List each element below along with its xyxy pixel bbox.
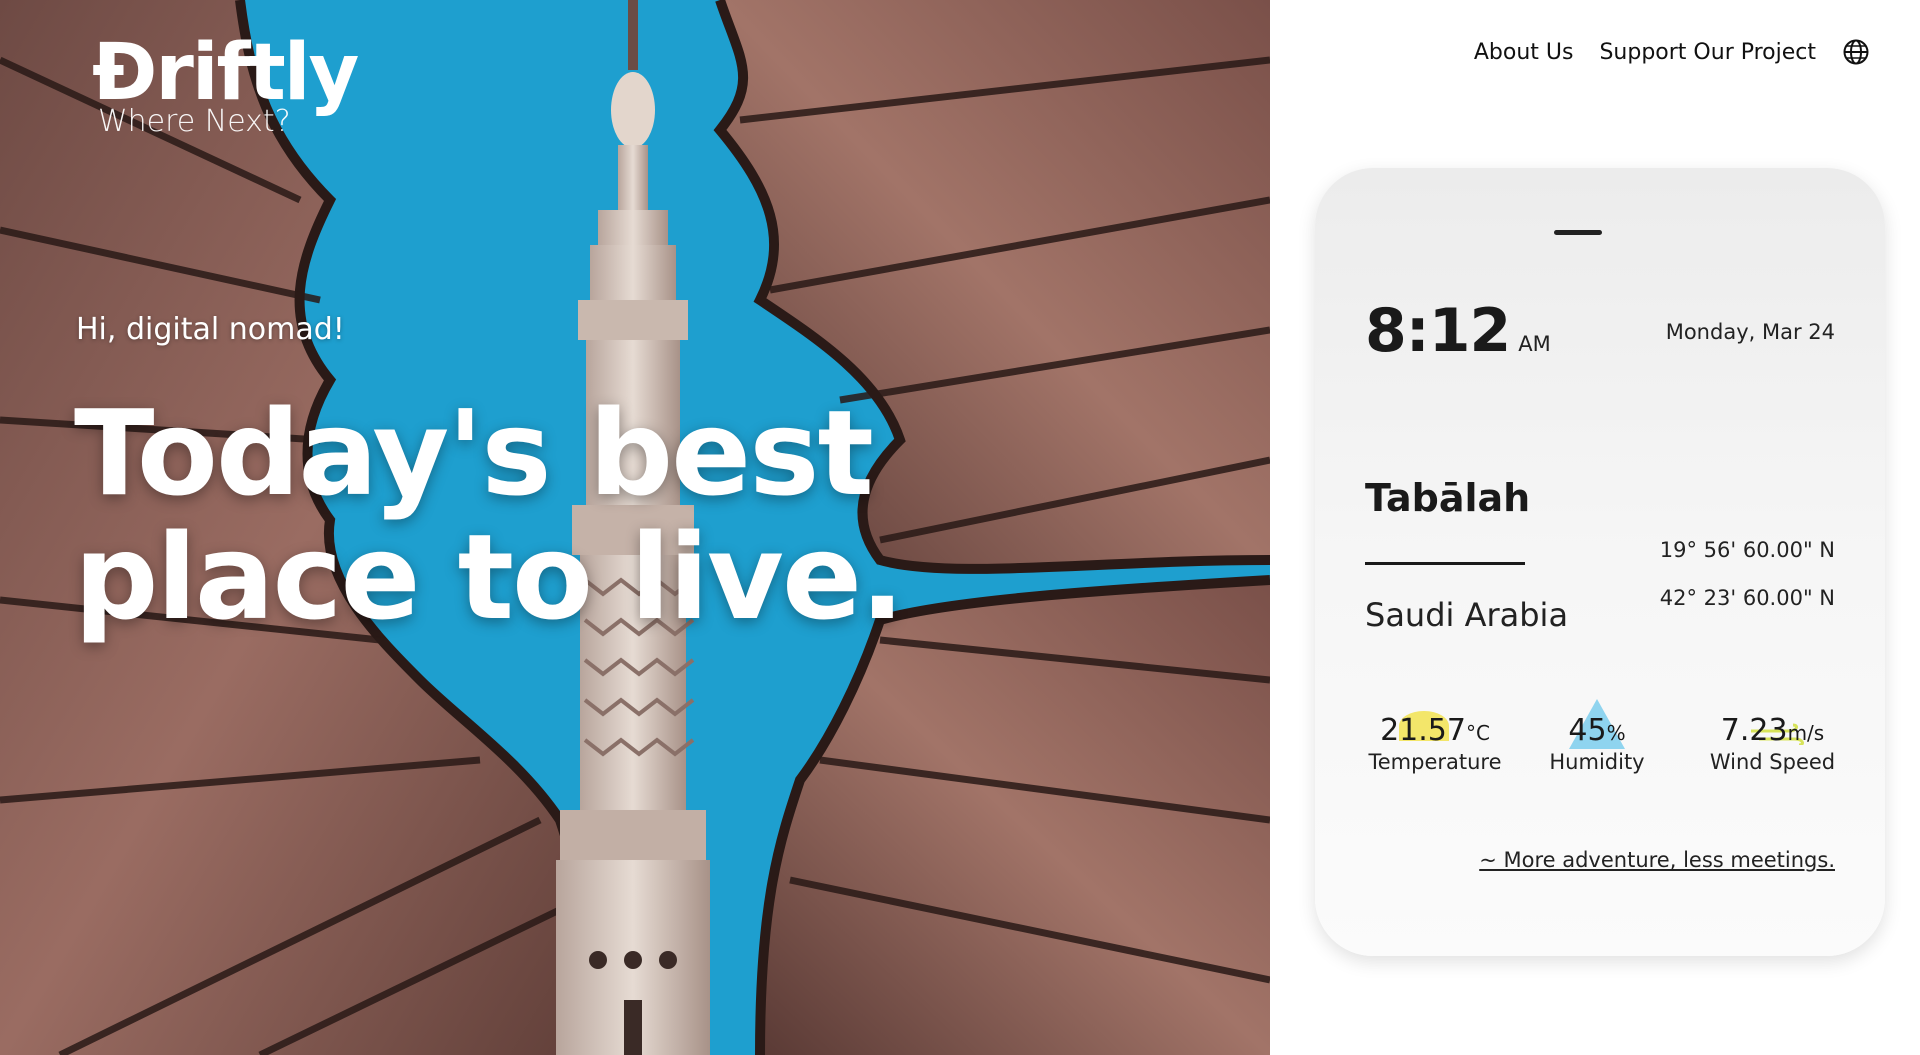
local-date: Monday, Mar 24 <box>1665 320 1835 344</box>
weather-card: 8:12 AM Monday, Mar 24 Tabālah Saudi Ara… <box>1315 168 1885 956</box>
wind-unit: m/s <box>1787 721 1825 745</box>
nav-support-project[interactable]: Support Our Project <box>1599 40 1816 65</box>
brand-name: Ɖriftly <box>92 28 359 118</box>
globe-icon[interactable] <box>1842 38 1870 66</box>
temperature-label: Temperature <box>1368 750 1502 774</box>
stat-humidity: 45% Humidity <box>1537 699 1657 774</box>
divider <box>1365 562 1525 565</box>
hero-greeting: Hi, digital nomad! <box>76 312 345 347</box>
headline-line-2: place to live. <box>74 507 905 646</box>
brand-tagline: Where Next? <box>98 104 291 139</box>
time-ampm: AM <box>1518 332 1551 356</box>
hero-headline: Today's best place to live. <box>74 384 974 646</box>
temperature-value: 21.57 <box>1380 713 1466 748</box>
stat-wind: 7.23m/s Wind Speed <box>1705 713 1840 774</box>
humidity-unit: % <box>1606 721 1626 745</box>
brand-logo[interactable]: Ɖriftly Where Next? <box>92 28 359 139</box>
hero-section: Ɖriftly Where Next? Hi, digital nomad! T… <box>0 0 1270 1055</box>
wind-value: 7.23 <box>1720 713 1788 748</box>
longitude: 42° 23' 60.00" N <box>1659 586 1835 610</box>
latitude: 19° 56' 60.00" N <box>1659 538 1835 562</box>
time-value: 8:12 <box>1365 296 1511 366</box>
local-time: 8:12 AM <box>1365 296 1551 366</box>
card-drag-handle[interactable] <box>1554 230 1602 235</box>
top-nav: About Us Support Our Project <box>1474 38 1870 66</box>
nav-about-us[interactable]: About Us <box>1474 40 1574 65</box>
city-name: Tabālah <box>1365 476 1531 520</box>
wind-label: Wind Speed <box>1709 750 1836 774</box>
humidity-value: 45 <box>1568 713 1607 748</box>
weather-stats: 21.57°C Temperature 45% Humidity 7.23m/s… <box>1315 699 1885 793</box>
headline-line-1: Today's best <box>74 384 874 522</box>
stat-temperature: 21.57°C Temperature <box>1365 711 1505 774</box>
humidity-label: Humidity <box>1549 750 1645 774</box>
country-name: Saudi Arabia <box>1365 596 1569 634</box>
more-adventure-link[interactable]: ~ More adventure, less meetings. <box>1479 848 1835 872</box>
temperature-unit: °C <box>1465 721 1490 745</box>
